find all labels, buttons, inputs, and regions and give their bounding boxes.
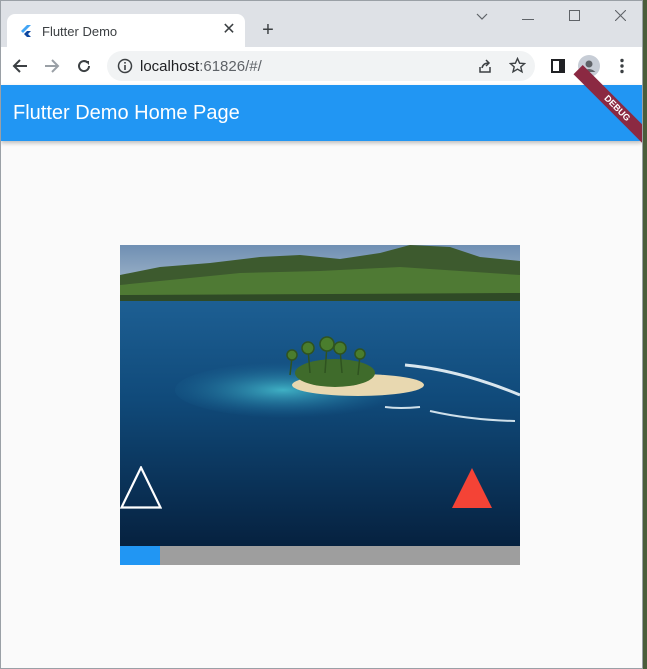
url-path: :61826/#/ — [199, 58, 262, 75]
forward-arrow-icon[interactable] — [40, 54, 64, 78]
page-title: Flutter Demo Home Page — [13, 102, 240, 124]
url-host: localhost — [140, 58, 200, 75]
video-progress-fill — [120, 546, 160, 565]
browser-window: Flutter Demo ✕ + localhost:61826/#/ Flut… — [0, 0, 643, 669]
window-close-icon[interactable] — [608, 5, 632, 27]
more-vert-icon[interactable] — [610, 54, 634, 78]
info-icon[interactable] — [117, 58, 133, 79]
tab-title: Flutter Demo — [42, 24, 118, 39]
side-panel-icon[interactable] — [546, 54, 570, 78]
star-icon[interactable] — [508, 56, 527, 79]
red-triangle-icon[interactable] — [452, 468, 492, 513]
reload-icon[interactable] — [72, 54, 96, 78]
browser-tab[interactable]: Flutter Demo ✕ — [7, 14, 245, 48]
address-bar[interactable]: localhost:61826/#/ — [107, 51, 535, 81]
outline-triangle-icon[interactable] — [120, 464, 163, 514]
video-player[interactable] — [120, 245, 520, 546]
minimize-icon[interactable] — [516, 5, 540, 27]
video-progress-bar[interactable] — [120, 546, 520, 565]
app-bar: Flutter Demo Home Page — [1, 85, 642, 141]
tab-strip: Flutter Demo ✕ + — [1, 1, 642, 48]
new-tab-button[interactable]: + — [257, 19, 279, 41]
chevron-down-icon[interactable] — [470, 5, 494, 27]
share-icon[interactable] — [477, 58, 493, 79]
maximize-icon[interactable] — [562, 5, 586, 27]
browser-toolbar: localhost:61826/#/ — [1, 47, 642, 85]
close-tab-icon[interactable]: ✕ — [219, 20, 239, 40]
back-arrow-icon[interactable] — [8, 54, 32, 78]
flutter-logo-icon — [19, 24, 33, 38]
url-text: localhost:61826/#/ — [140, 58, 262, 75]
